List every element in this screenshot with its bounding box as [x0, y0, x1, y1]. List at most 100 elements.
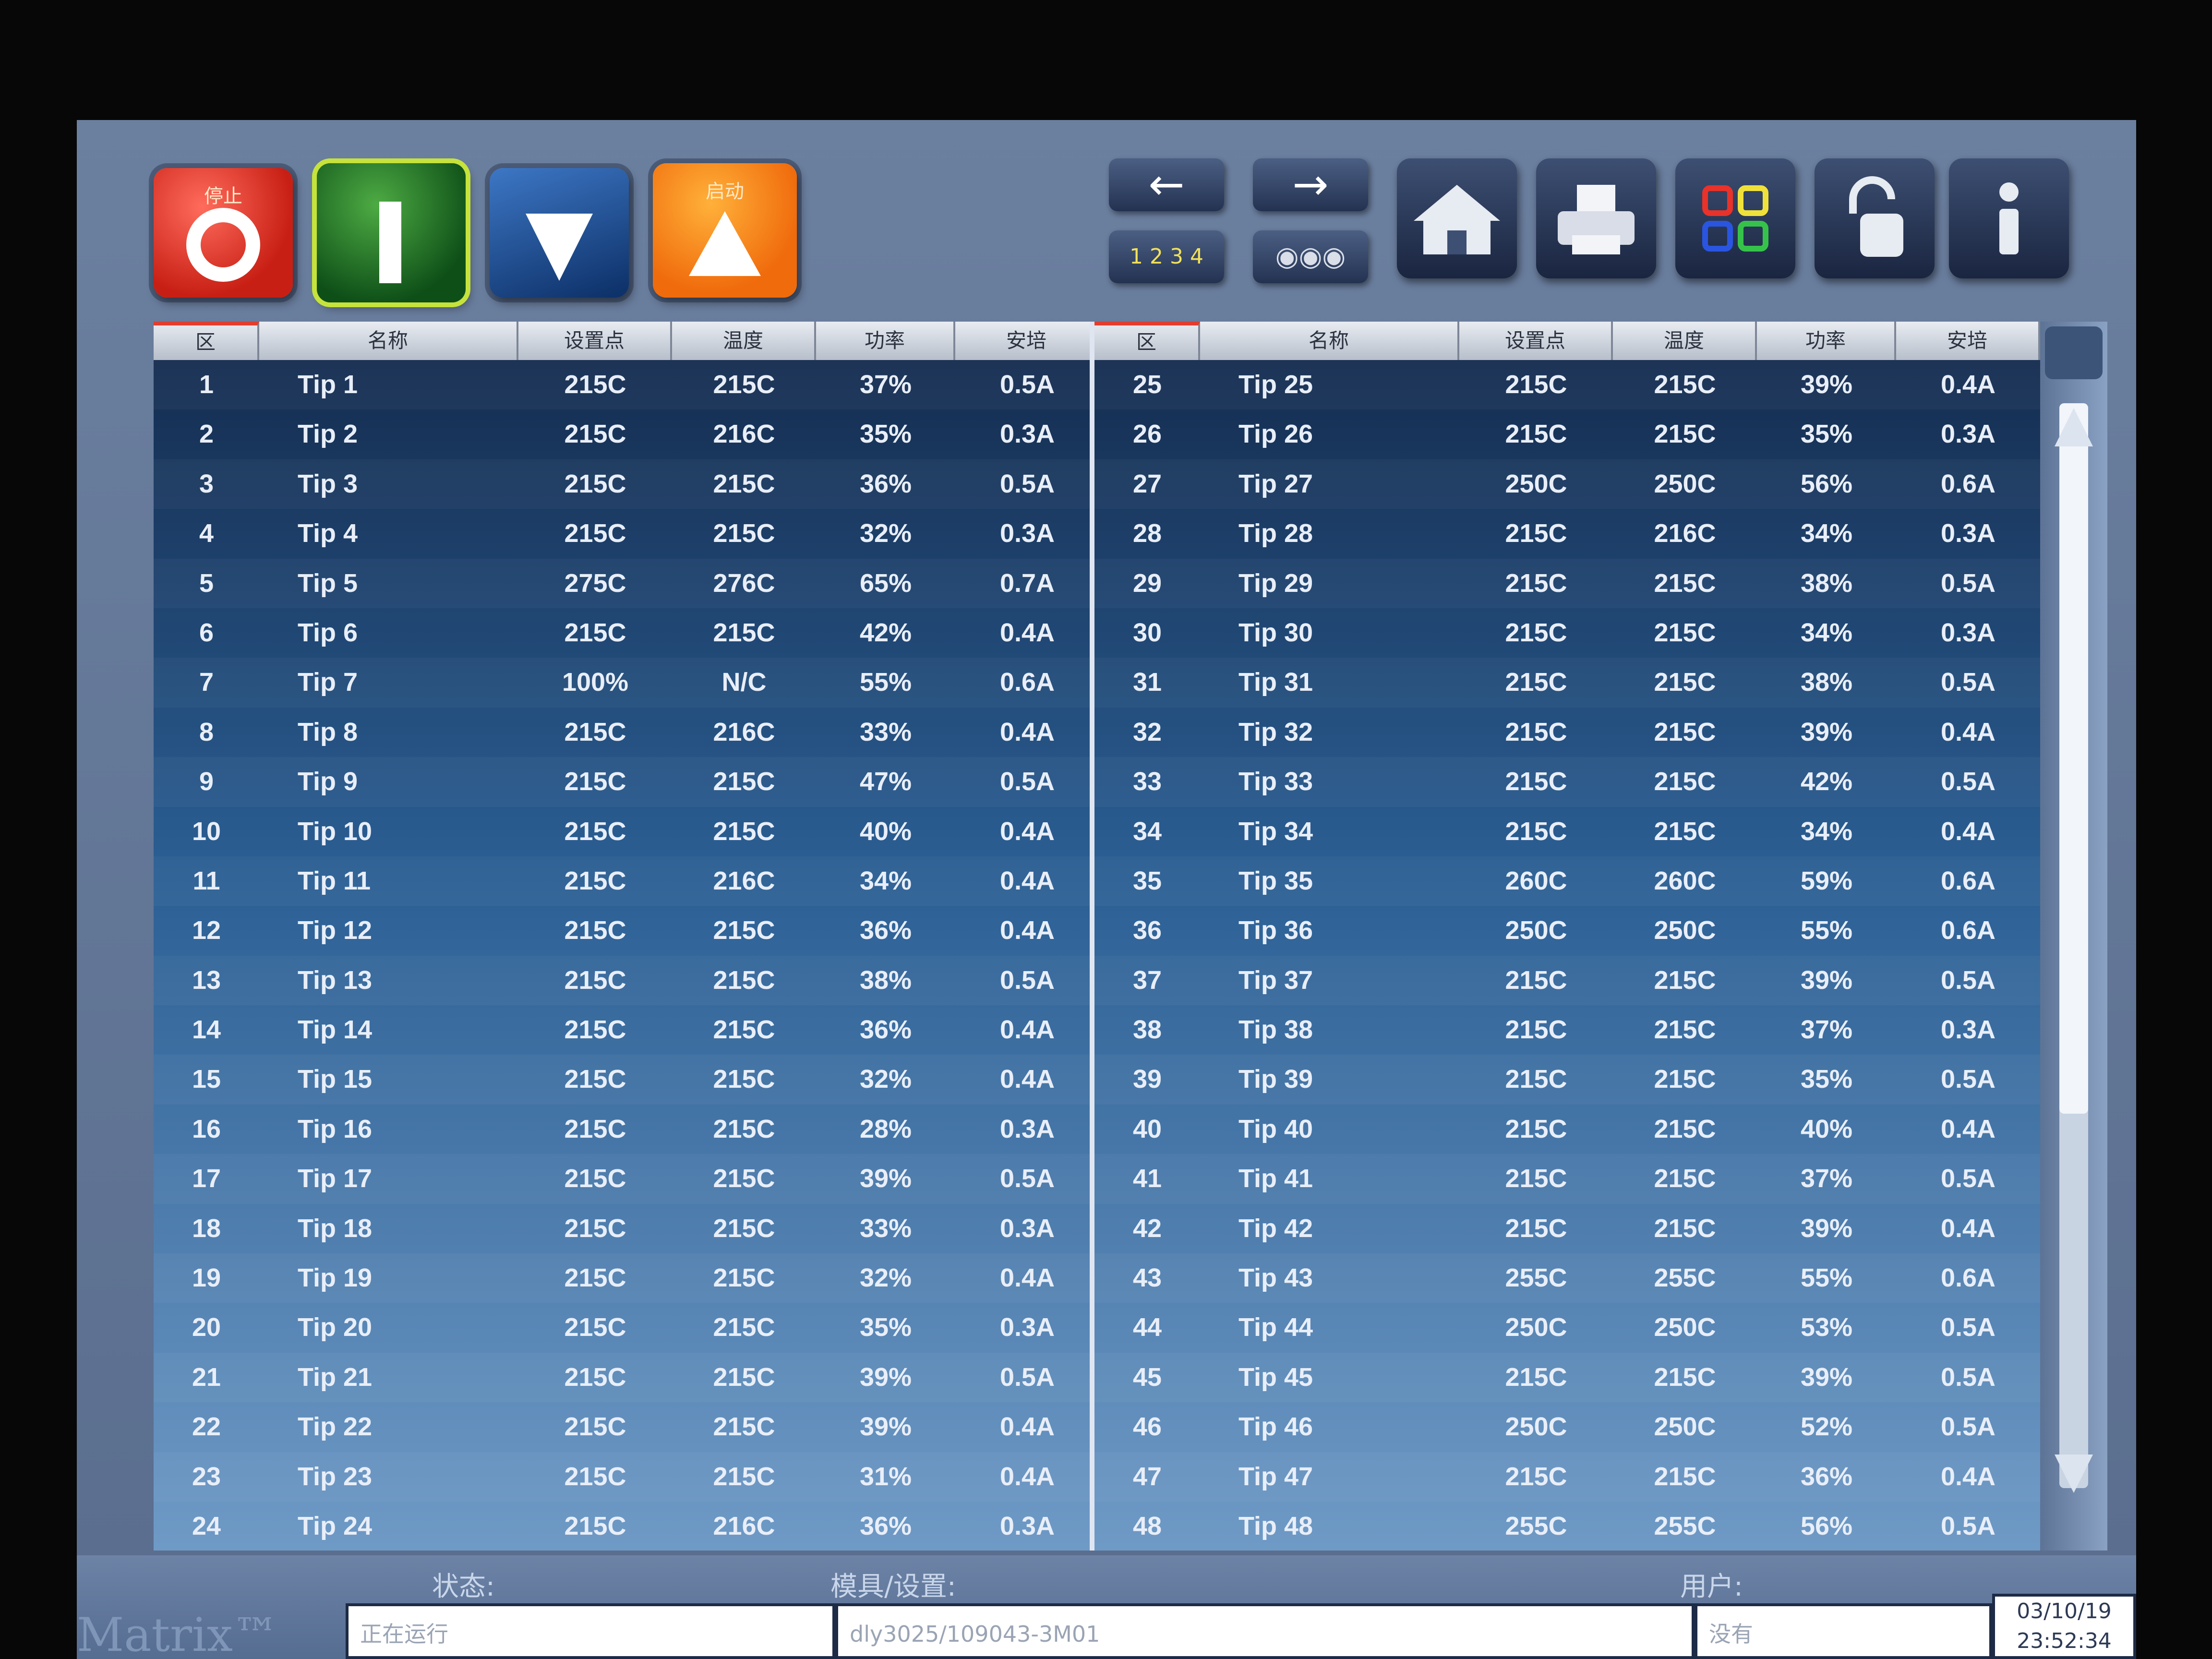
table-row[interactable]: 9 Tip 9 215C 215C 47% 0.5A: [154, 757, 1099, 806]
table-row[interactable]: 40 Tip 40 215C 215C 40% 0.4A: [1094, 1105, 2040, 1154]
table-row[interactable]: 45 Tip 45 215C 215C 39% 0.5A: [1094, 1353, 2040, 1402]
table-row[interactable]: 37 Tip 37 215C 215C 39% 0.5A: [1094, 956, 2040, 1005]
setpoint-cell[interactable]: 215C: [1459, 1154, 1613, 1203]
previous-page-button[interactable]: ←: [1109, 158, 1224, 211]
setpoint-cell[interactable]: 215C: [1459, 1353, 1613, 1402]
setpoint-cell[interactable]: 215C: [1459, 658, 1613, 707]
home-button[interactable]: [1397, 158, 1517, 278]
table-row[interactable]: 17 Tip 17 215C 215C 39% 0.5A: [154, 1154, 1099, 1203]
scroll-thumb[interactable]: [2059, 403, 2088, 1114]
table-row[interactable]: 46 Tip 46 250C 250C 52% 0.5A: [1094, 1402, 2040, 1452]
header-zone[interactable]: 区: [1094, 322, 1200, 360]
page-select-button[interactable]: 1 2 3 4: [1109, 230, 1224, 283]
header-power[interactable]: 功率: [816, 322, 955, 360]
setpoint-cell[interactable]: 215C: [518, 708, 672, 757]
setpoint-cell[interactable]: 215C: [518, 1055, 672, 1104]
vertical-scrollbar[interactable]: [2040, 322, 2107, 1551]
setpoint-cell[interactable]: 255C: [1459, 1502, 1613, 1551]
setpoint-cell[interactable]: 215C: [1459, 1452, 1613, 1502]
setpoint-cell[interactable]: 215C: [1459, 956, 1613, 1005]
header-amps[interactable]: 安培: [1896, 322, 2040, 360]
setpoint-cell[interactable]: 215C: [518, 360, 672, 409]
table-row[interactable]: 5 Tip 5 275C 276C 65% 0.7A: [154, 559, 1099, 608]
header-temperature[interactable]: 温度: [1613, 322, 1757, 360]
setpoint-cell[interactable]: 215C: [518, 1303, 672, 1352]
setpoint-cell[interactable]: 215C: [1459, 757, 1613, 806]
table-row[interactable]: 7 Tip 7 100% N/C 55% 0.6A: [154, 658, 1099, 707]
setpoint-cell[interactable]: 215C: [518, 509, 672, 558]
table-row[interactable]: 27 Tip 27 250C 250C 56% 0.6A: [1094, 459, 2040, 509]
setpoint-cell[interactable]: 215C: [1459, 509, 1613, 558]
setpoint-cell[interactable]: 215C: [518, 856, 672, 906]
setpoint-cell[interactable]: 215C: [518, 459, 672, 509]
setpoint-cell[interactable]: 215C: [1459, 559, 1613, 608]
table-row[interactable]: 33 Tip 33 215C 215C 42% 0.5A: [1094, 757, 2040, 806]
setpoint-cell[interactable]: 275C: [518, 559, 672, 608]
table-row[interactable]: 31 Tip 31 215C 215C 38% 0.5A: [1094, 658, 2040, 707]
setpoint-cell[interactable]: 215C: [518, 1154, 672, 1203]
table-row[interactable]: 10 Tip 10 215C 215C 40% 0.4A: [154, 807, 1099, 856]
setpoint-cell[interactable]: 215C: [1459, 1055, 1613, 1104]
setpoint-cell[interactable]: 215C: [518, 1353, 672, 1402]
setpoint-cell[interactable]: 100%: [518, 658, 672, 707]
setpoint-cell[interactable]: 215C: [1459, 608, 1613, 658]
table-row[interactable]: 18 Tip 18 215C 215C 33% 0.3A: [154, 1204, 1099, 1253]
setpoint-cell[interactable]: 215C: [1459, 1204, 1613, 1253]
header-setpoint[interactable]: 设置点: [1459, 322, 1613, 360]
sequence-button[interactable]: ◉◉◉: [1253, 230, 1368, 283]
header-amps[interactable]: 安培: [955, 322, 1099, 360]
table-row[interactable]: 21 Tip 21 215C 215C 39% 0.5A: [154, 1353, 1099, 1402]
table-row[interactable]: 28 Tip 28 215C 216C 34% 0.3A: [1094, 509, 2040, 558]
setpoint-cell[interactable]: 215C: [518, 608, 672, 658]
header-name[interactable]: 名称: [1200, 322, 1459, 360]
table-row[interactable]: 24 Tip 24 215C 216C 36% 0.3A: [154, 1502, 1099, 1551]
setpoint-cell[interactable]: 250C: [1459, 906, 1613, 955]
setpoint-cell[interactable]: 215C: [1459, 1005, 1613, 1055]
setpoint-cell[interactable]: 215C: [518, 409, 672, 459]
table-row[interactable]: 14 Tip 14 215C 215C 36% 0.4A: [154, 1005, 1099, 1055]
setpoint-cell[interactable]: 215C: [518, 807, 672, 856]
start-button[interactable]: 启动: [653, 163, 797, 298]
scroll-down-icon[interactable]: [2055, 1455, 2093, 1493]
header-name[interactable]: 名称: [259, 322, 518, 360]
table-row[interactable]: 15 Tip 15 215C 215C 32% 0.4A: [154, 1055, 1099, 1104]
table-row[interactable]: 16 Tip 16 215C 215C 28% 0.3A: [154, 1105, 1099, 1154]
setpoint-cell[interactable]: 215C: [1459, 360, 1613, 409]
setpoint-cell[interactable]: 255C: [1459, 1253, 1613, 1303]
table-row[interactable]: 3 Tip 3 215C 215C 36% 0.5A: [154, 459, 1099, 509]
table-row[interactable]: 4 Tip 4 215C 215C 32% 0.3A: [154, 509, 1099, 558]
table-row[interactable]: 13 Tip 13 215C 215C 38% 0.5A: [154, 956, 1099, 1005]
setpoint-cell[interactable]: 215C: [518, 1204, 672, 1253]
setpoint-cell[interactable]: 215C: [1459, 1105, 1613, 1154]
header-setpoint[interactable]: 设置点: [518, 322, 672, 360]
mold-setup-field[interactable]: dly3025/109043-3M01: [835, 1603, 1695, 1659]
table-row[interactable]: 39 Tip 39 215C 215C 35% 0.5A: [1094, 1055, 2040, 1104]
table-row[interactable]: 20 Tip 20 215C 215C 35% 0.3A: [154, 1303, 1099, 1352]
table-row[interactable]: 38 Tip 38 215C 215C 37% 0.3A: [1094, 1005, 2040, 1055]
setpoint-cell[interactable]: 260C: [1459, 856, 1613, 906]
scroll-top-button[interactable]: [2045, 326, 2103, 379]
setpoint-cell[interactable]: 215C: [1459, 409, 1613, 459]
table-row[interactable]: 6 Tip 6 215C 215C 42% 0.4A: [154, 608, 1099, 658]
table-row[interactable]: 23 Tip 23 215C 215C 31% 0.4A: [154, 1452, 1099, 1502]
table-row[interactable]: 43 Tip 43 255C 255C 55% 0.6A: [1094, 1253, 2040, 1303]
stop-button[interactable]: 停止: [154, 168, 293, 298]
table-row[interactable]: 36 Tip 36 250C 250C 55% 0.6A: [1094, 906, 2040, 955]
table-row[interactable]: 41 Tip 41 215C 215C 37% 0.5A: [1094, 1154, 2040, 1203]
table-row[interactable]: 34 Tip 34 215C 215C 34% 0.4A: [1094, 807, 2040, 856]
table-row[interactable]: 29 Tip 29 215C 215C 38% 0.5A: [1094, 559, 2040, 608]
user-field[interactable]: 没有: [1695, 1603, 1992, 1659]
setpoint-cell[interactable]: 215C: [1459, 807, 1613, 856]
info-button[interactable]: [1949, 158, 2069, 278]
table-row[interactable]: 47 Tip 47 215C 215C 36% 0.4A: [1094, 1452, 2040, 1502]
table-row[interactable]: 35 Tip 35 260C 260C 59% 0.6A: [1094, 856, 2040, 906]
overview-button[interactable]: [1675, 158, 1795, 278]
scroll-up-icon[interactable]: [2055, 408, 2093, 446]
setpoint-cell[interactable]: 250C: [1459, 1303, 1613, 1352]
table-row[interactable]: 42 Tip 42 215C 215C 39% 0.4A: [1094, 1204, 2040, 1253]
power-on-button[interactable]: [317, 163, 466, 302]
lock-button[interactable]: [1815, 158, 1935, 278]
setpoint-cell[interactable]: 215C: [518, 1502, 672, 1551]
setpoint-cell[interactable]: 215C: [518, 1253, 672, 1303]
table-row[interactable]: 48 Tip 48 255C 255C 56% 0.5A: [1094, 1502, 2040, 1551]
